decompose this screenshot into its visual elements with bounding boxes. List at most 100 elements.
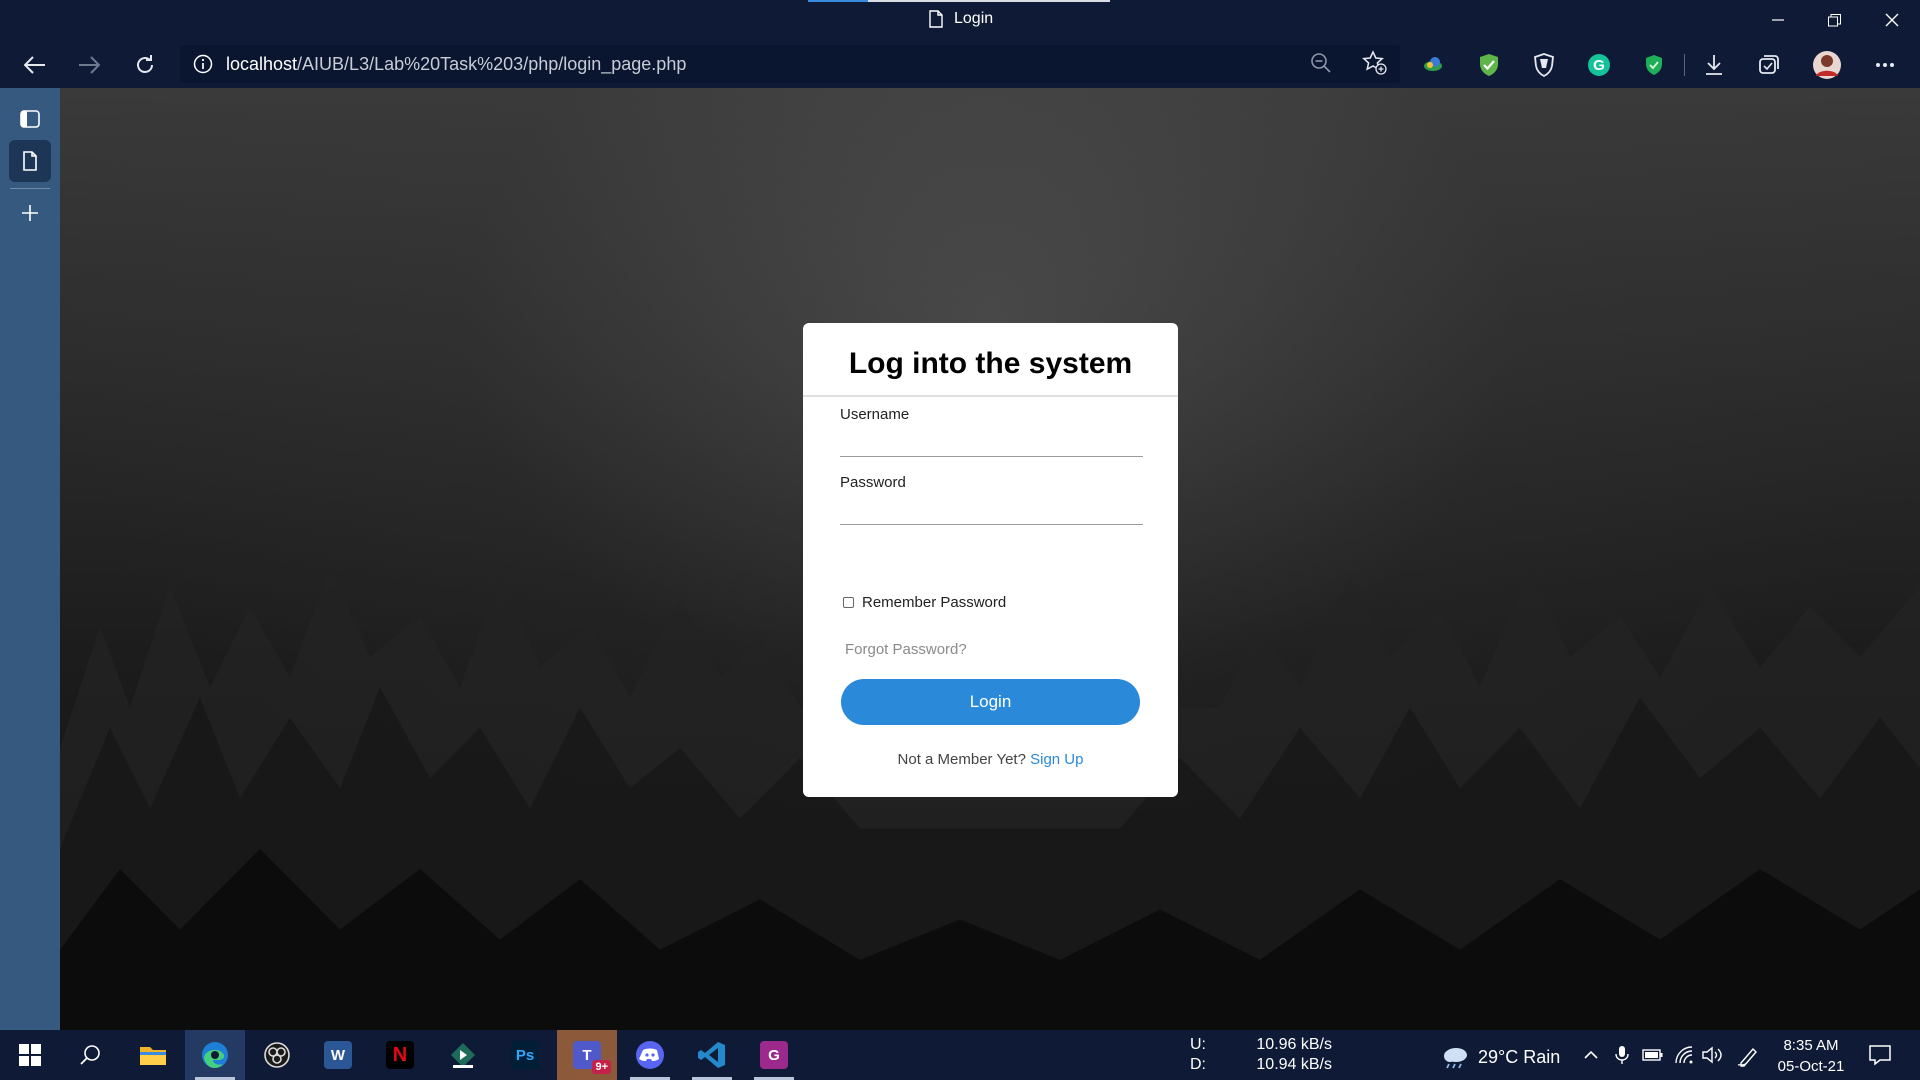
extension-grammarly[interactable]: G [1582,48,1616,82]
extension-vpn[interactable] [1637,48,1671,82]
volume-control[interactable] [1701,1045,1723,1070]
new-tab-button[interactable] [9,192,51,234]
grammarly-icon: G [1588,54,1610,76]
profile-button[interactable] [1810,48,1844,82]
battery-status[interactable] [1642,1045,1664,1070]
forward-button[interactable] [72,48,106,82]
adguard-icon [1480,54,1498,76]
taskbar-stremio[interactable] [433,1030,493,1080]
taskbar-netflix[interactable]: N [370,1030,430,1080]
taskbar-edge[interactable] [185,1030,245,1080]
search-button[interactable] [60,1030,120,1080]
microphone-status[interactable] [1614,1045,1630,1070]
wifi-icon [1675,1046,1693,1064]
restore-button[interactable] [1806,0,1862,40]
back-arrow-icon [24,56,45,74]
pen-workspace-button[interactable] [1737,1045,1759,1072]
signup-prompt: Not a Member Yet? Sign Up [803,751,1178,768]
remember-label: Remember Password [862,594,1007,611]
taskbar-file-explorer[interactable] [123,1030,183,1080]
zoom-button[interactable] [1310,52,1332,79]
close-icon [1885,13,1899,27]
edge-browser-icon [202,1042,228,1068]
tab-loading-indicator [808,0,868,2]
page-icon [929,10,943,28]
minimize-icon [1772,19,1784,21]
photoshop-icon: Ps [511,1041,539,1069]
password-input[interactable] [840,495,1143,525]
word-icon: W [324,1041,352,1069]
taskbar-obs[interactable] [247,1030,307,1080]
taskbar-photoshop[interactable]: Ps [495,1030,555,1080]
add-favorite-button[interactable] [1362,50,1388,81]
taskbar-word[interactable]: W [308,1030,368,1080]
download-speed: 10.94 kB/s [1256,1056,1332,1073]
weather-widget[interactable]: 29°C Rain [1440,1044,1560,1070]
avatar [1813,51,1841,79]
svg-text:G: G [1593,57,1605,74]
browser-toolbar: localhost/AIUB/L3/Lab%20Task%203/php/log… [0,40,1920,88]
show-hidden-icons-button[interactable] [1583,1045,1599,1070]
sign-up-link[interactable]: Sign Up [1030,751,1083,768]
notification-badge: 9+ [592,1060,611,1074]
close-button[interactable] [1864,0,1920,40]
taskbar-teams[interactable]: T 9+ [557,1030,617,1080]
more-options-icon [1876,63,1894,67]
tab-title: Login [954,10,994,27]
toolbar-divider [1684,54,1685,76]
collections-icon [1759,55,1779,74]
taskbar-vscode[interactable] [682,1030,742,1080]
system-clock[interactable]: 8:35 AM 05-Oct-21 [1772,1035,1850,1077]
back-button[interactable] [18,48,52,82]
extension-copilot[interactable] [1416,48,1450,82]
tab-actions-button[interactable] [9,98,51,140]
folder-icon [140,1047,166,1065]
username-input[interactable] [840,427,1143,457]
pen-icon [1737,1047,1757,1067]
refresh-button[interactable] [128,48,162,82]
plus-icon [22,205,38,221]
address-bar[interactable]: localhost/AIUB/L3/Lab%20Task%203/php/log… [180,45,1400,83]
page-viewport: Log into the system Username Password Re… [60,88,1920,1030]
clock-time: 8:35 AM [1783,1037,1839,1054]
heading-divider [803,395,1178,397]
rain-cloud-icon [1444,1048,1467,1069]
extension-shield[interactable] [1527,48,1561,82]
wifi-status[interactable] [1674,1045,1694,1070]
notification-center-icon [1869,1045,1891,1066]
vpn-shield-icon [1646,55,1662,75]
notifications-button[interactable] [1868,1043,1892,1072]
vscode-icon [698,1042,725,1068]
network-speed-meter: U: 10.96 kB/s D: 10.94 kB/s [1190,1035,1332,1075]
forward-arrow-icon [79,56,100,74]
username-label: Username [840,406,910,423]
forgot-password-link[interactable]: Forgot Password? [845,641,967,658]
extension-adguard[interactable] [1472,48,1506,82]
zoom-out-icon [1311,53,1331,73]
page-icon [23,151,37,171]
sidebar-tab-login[interactable] [9,140,51,182]
site-info-button[interactable] [180,54,226,74]
title-bar: Login [0,0,1920,40]
downloads-button[interactable] [1697,48,1731,82]
pdf-reader-icon: G [760,1041,788,1069]
taskbar-pdf-reader[interactable]: G [744,1030,804,1080]
windows-logo-icon [19,1044,41,1066]
taskbar-discord[interactable] [620,1030,680,1080]
clock-date: 05-Oct-21 [1777,1058,1845,1075]
start-button[interactable] [0,1030,60,1080]
collections-button[interactable] [1752,48,1786,82]
url-host: localhost [226,53,298,74]
remember-checkbox[interactable] [843,597,854,608]
remember-password-row[interactable]: Remember Password [843,594,1006,611]
speaker-icon [1702,1046,1722,1064]
download-icon [1706,55,1722,75]
url-path: /AIUB/L3/Lab%20Task%203/php/login_page.p… [297,53,687,74]
minimize-button[interactable] [1750,0,1806,40]
star-add-icon [1362,50,1387,75]
password-label: Password [840,474,906,491]
settings-menu-button[interactable] [1868,48,1902,82]
login-button[interactable]: Login [841,679,1140,725]
url-text[interactable]: localhost/AIUB/L3/Lab%20Task%203/php/log… [226,54,686,75]
login-heading: Log into the system [848,347,1133,380]
